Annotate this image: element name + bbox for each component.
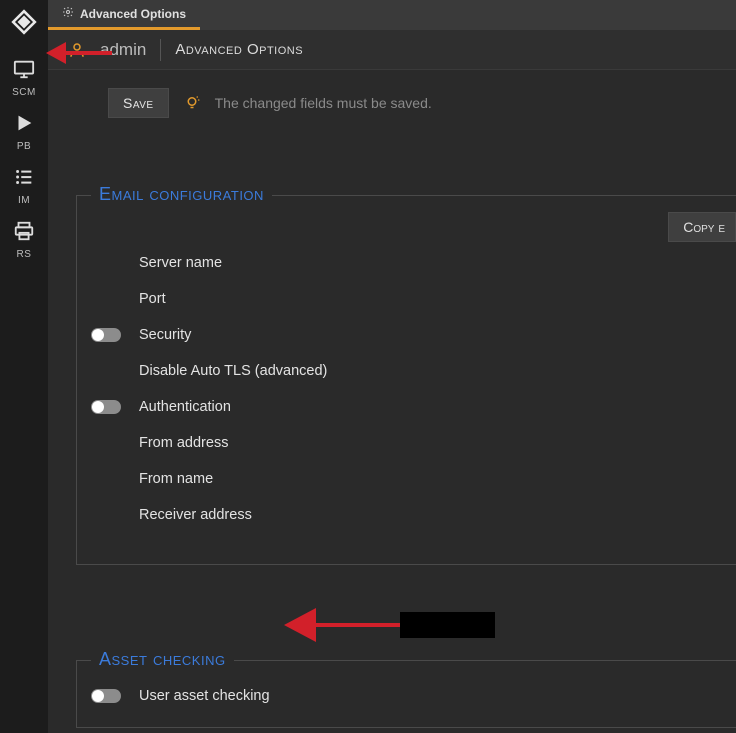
field-label: Server name bbox=[139, 255, 222, 271]
field-label: Disable Auto TLS (advanced) bbox=[139, 363, 327, 379]
save-button[interactable]: Save bbox=[108, 88, 169, 118]
sidebar-rail: SCM PB IM RS bbox=[0, 0, 48, 733]
sidebar-item-pb[interactable]: PB bbox=[0, 106, 48, 154]
tab-bar: Advanced Options bbox=[48, 0, 736, 30]
field-label: Port bbox=[139, 291, 166, 307]
user-icon bbox=[68, 41, 86, 59]
field-label: Security bbox=[139, 327, 191, 343]
field-user-asset-checking: User asset checking bbox=[91, 685, 722, 707]
page-title: Advanced Options bbox=[175, 41, 303, 58]
lightbulb-icon bbox=[183, 94, 201, 112]
section-email-configuration: Email configuration Copy e Server name P… bbox=[76, 195, 736, 565]
toggle-security[interactable] bbox=[91, 328, 121, 342]
field-from-name: From name bbox=[91, 468, 722, 490]
field-label: From name bbox=[139, 471, 213, 487]
sidebar-item-label: IM bbox=[18, 195, 30, 206]
field-label: User asset checking bbox=[139, 688, 270, 704]
sidebar-item-label: SCM bbox=[12, 87, 36, 98]
sidebar-item-im[interactable]: IM bbox=[0, 160, 48, 208]
sidebar-item-rs[interactable]: RS bbox=[0, 214, 48, 262]
sidebar-item-label: RS bbox=[17, 249, 32, 260]
field-disable-auto-tls: Disable Auto TLS (advanced) bbox=[91, 360, 722, 382]
app-logo[interactable] bbox=[10, 8, 38, 36]
field-port: Port bbox=[91, 288, 722, 310]
breadcrumb-separator bbox=[160, 39, 161, 61]
tab-label: Advanced Options bbox=[80, 7, 186, 21]
sidebar-item-label: PB bbox=[17, 141, 31, 152]
field-label: Receiver address bbox=[139, 507, 252, 523]
toolbar: Save The changed fields must be saved. bbox=[48, 78, 736, 128]
section-asset-checking: Asset checking User asset checking bbox=[76, 660, 736, 728]
field-label: From address bbox=[139, 435, 228, 451]
field-from-address: From address bbox=[91, 432, 722, 454]
tab-advanced-options[interactable]: Advanced Options bbox=[48, 0, 200, 30]
breadcrumb-user[interactable]: admin bbox=[100, 40, 146, 60]
save-message: The changed fields must be saved. bbox=[215, 95, 432, 111]
toggle-user-asset-checking[interactable] bbox=[91, 689, 121, 703]
play-icon bbox=[13, 112, 35, 137]
section-legend: Email configuration bbox=[91, 184, 272, 205]
field-label: Authentication bbox=[139, 399, 231, 415]
monitor-icon bbox=[13, 58, 35, 83]
annotation-arrow-middle bbox=[280, 600, 500, 650]
field-server-name: Server name bbox=[91, 252, 722, 274]
gear-icon bbox=[62, 6, 74, 21]
section-legend: Asset checking bbox=[91, 649, 234, 670]
list-icon bbox=[13, 166, 35, 191]
field-receiver-address: Receiver address bbox=[91, 504, 722, 526]
copy-email-button[interactable]: Copy e bbox=[668, 212, 736, 242]
field-authentication: Authentication bbox=[91, 396, 722, 418]
print-icon bbox=[13, 220, 35, 245]
toggle-authentication[interactable] bbox=[91, 400, 121, 414]
breadcrumb: admin Advanced Options bbox=[48, 30, 736, 70]
sidebar-item-scm[interactable]: SCM bbox=[0, 52, 48, 100]
field-security: Security bbox=[91, 324, 722, 346]
